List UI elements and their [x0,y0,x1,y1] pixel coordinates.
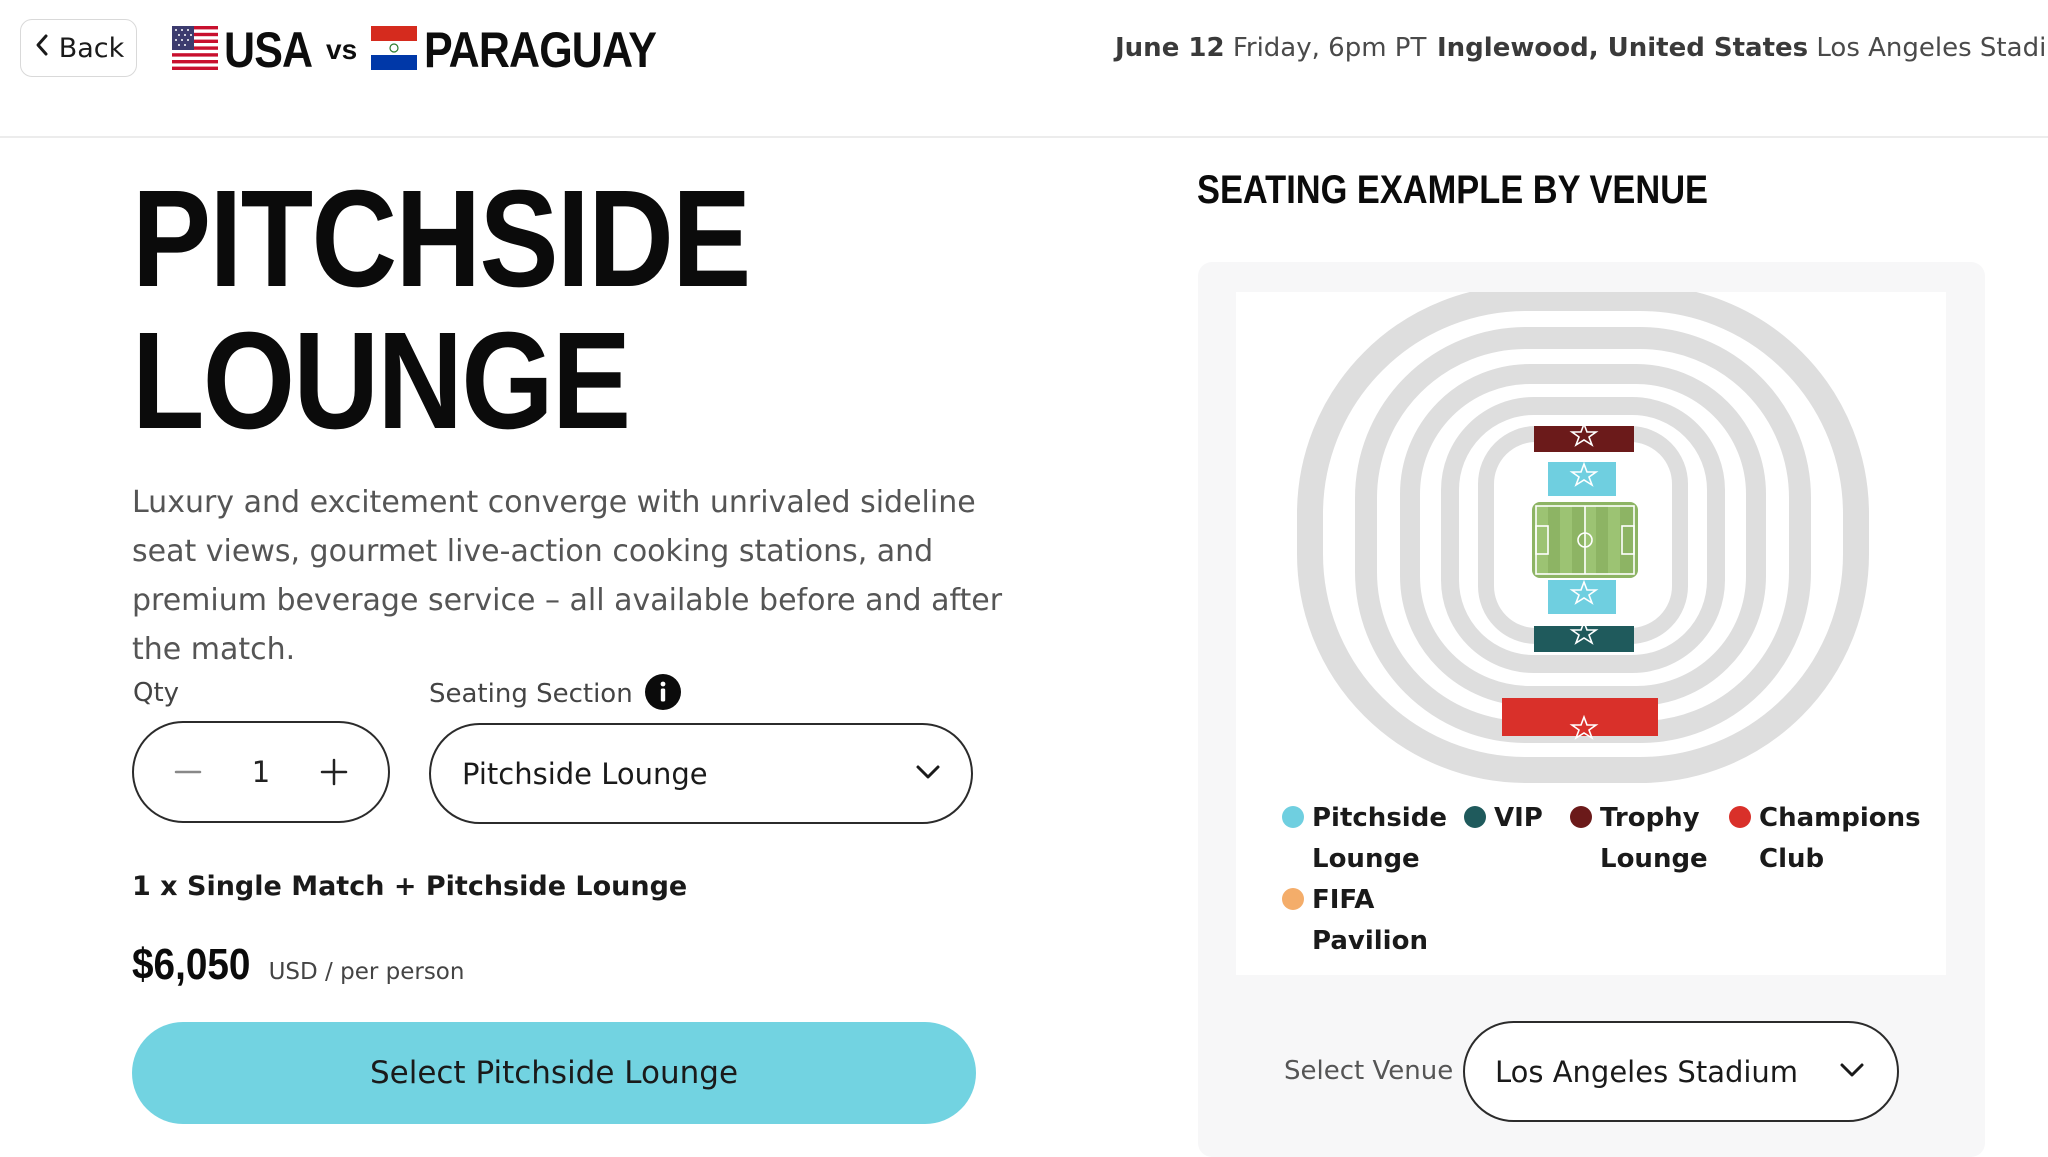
vs-label: vs [326,34,358,65]
legend-dot [1570,806,1592,828]
legend-dot [1729,806,1751,828]
chevron-down-icon [1839,1062,1865,1082]
back-button[interactable]: Back [20,19,137,77]
legend-item-fifa-pavilion: FIFA Pavilion [1282,880,1428,962]
chevron-left-icon [33,33,51,64]
legend-item-vip: VIP [1464,798,1543,839]
legend-dot [1464,806,1486,828]
select-package-button[interactable]: Select Pitchside Lounge [132,1022,976,1124]
seating-map-card: Pitchside Lounge VIP Trophy Lounge Champ… [1236,285,1946,975]
info-icon[interactable] [644,674,681,714]
venue-select[interactable]: Los Angeles Stadium [1463,1021,1899,1122]
pitch-icon [1532,502,1638,578]
plus-icon [320,758,348,786]
team-away: PARAGUAY [424,22,657,78]
increment-button[interactable] [316,754,352,790]
price-row: $6,050 USD / per person [132,940,464,990]
qty-label: Qty [133,678,180,708]
back-label: Back [58,32,125,64]
price-unit: USD / per person [268,959,465,985]
champions-club-section [1502,698,1658,736]
product-description: Luxury and excitement converge with unri… [132,485,1003,667]
usa-flag-icon [172,26,218,74]
select-venue-label: Select Venue [1284,1056,1454,1086]
legend-item-champions-club: Champions Club [1729,798,1929,880]
seating-section-select[interactable]: Pitchside Lounge [429,723,973,824]
legend-dot [1282,806,1304,828]
seating-section-value: Pitchside Lounge [462,756,708,791]
header-divider [0,136,2048,138]
legend-dot [1282,888,1304,910]
seating-section-label: Seating Section [429,679,633,709]
team-home: USA [224,22,313,78]
legend-item-trophy-lounge: Trophy Lounge [1570,798,1708,880]
price-amount: $6,050 [132,940,251,989]
chevron-down-icon [915,764,941,784]
minus-icon [174,770,202,774]
trophy-lounge-section [1534,426,1634,452]
legend-item-pitchside-lounge: Pitchside Lounge [1282,798,1447,880]
page-title: PITCHSIDE LOUNGE [132,162,751,458]
order-summary: 1 x Single Match + Pitchside Lounge [132,871,688,902]
decrement-button[interactable] [170,754,206,790]
venue-section-title: SEATING EXAMPLE BY VENUE [1197,168,1709,212]
seating-section-label-row: Seating Section [429,674,681,714]
match-datetime: June 12 Friday, 6pm PT [1115,33,1427,63]
paraguay-flag-icon [371,26,417,74]
vip-section [1534,626,1634,652]
quantity-value: 1 [251,755,271,789]
venue-select-value: Los Angeles Stadium [1495,1054,1799,1089]
quantity-stepper: 1 [132,721,390,823]
match-location: Inglewood, United States Los Angeles Sta… [1437,33,2048,63]
